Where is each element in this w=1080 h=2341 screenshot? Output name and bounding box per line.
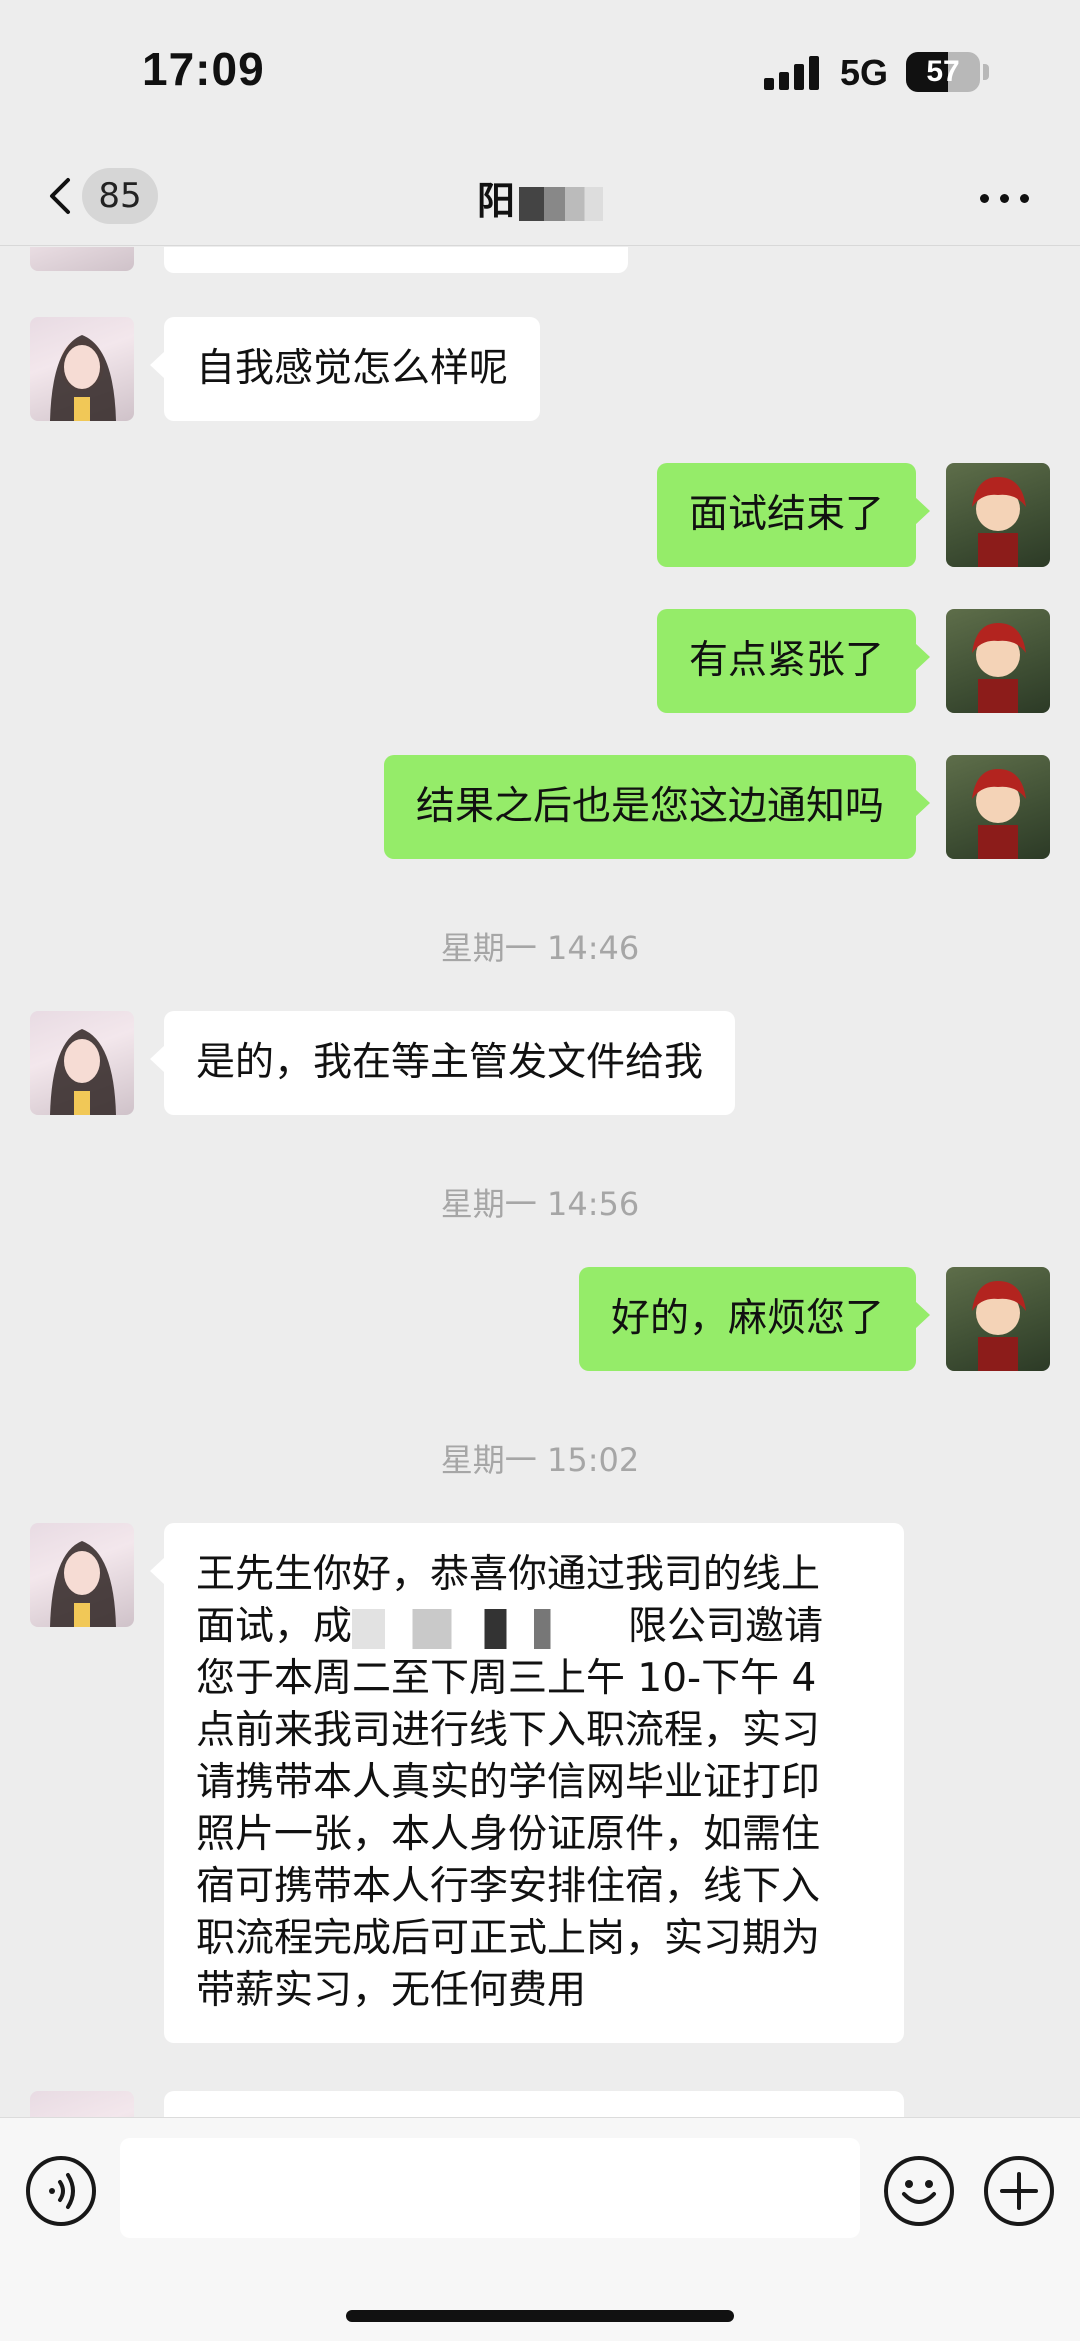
contact-avatar[interactable] — [30, 1011, 134, 1115]
home-indicator — [346, 2310, 734, 2322]
battery-icon: 57 — [906, 52, 980, 92]
message-input[interactable] — [120, 2138, 860, 2238]
message-text: 好的，麻烦您了 — [610, 1296, 884, 1341]
message-list[interactable]: 自我感觉怎么样呢 面试结束了 有点紧张了 结果之后也是您这边通知吗 星期一 14… — [0, 247, 1080, 2117]
message-line: 带薪实习，无任何费用 — [196, 1968, 587, 2013]
input-bar — [0, 2117, 1080, 2341]
message-text: 自我感觉怎么样呢 — [196, 346, 509, 391]
chat-title-text: 阳 — [476, 179, 515, 223]
message-line: 职流程完成后可正式上岗，实习期为 — [196, 1916, 821, 1961]
message-line: 照片一张，本人身份证原件，如需住 — [196, 1812, 821, 1857]
message-bubble-partial[interactable] — [164, 2091, 904, 2117]
message-text: 是的，我在等主管发文件给我 — [196, 1040, 704, 1085]
contact-avatar[interactable] — [30, 1523, 134, 1627]
plus-button[interactable] — [984, 2156, 1054, 2226]
plus-icon — [1000, 2172, 1038, 2210]
voice-icon — [49, 2173, 75, 2209]
timestamp: 星期一 14:56 — [440, 1185, 640, 1223]
contact-avatar[interactable] — [30, 2091, 134, 2117]
my-avatar[interactable] — [946, 755, 1050, 859]
message-bubble[interactable]: 王先生你好，恭喜你通过我司的线上 面试，成 限公司邀请 您于本周二至下周三上午 1… — [150, 1523, 904, 2043]
message-line: 王先生你好，恭喜你通过我司的线上 — [196, 1552, 821, 1597]
network-label: 5G — [840, 52, 889, 93]
voice-button[interactable] — [26, 2156, 96, 2226]
message-bubble[interactable]: 是的，我在等主管发文件给我 — [149, 1011, 736, 1115]
message-line: 面试，成 限公司邀请 — [196, 1604, 824, 1649]
message-line: 您于本周二至下周三上午 10-下午 4 — [196, 1656, 817, 1701]
emoji-icon — [902, 2180, 936, 2204]
message-text: 结果之后也是您这边通知吗 — [415, 784, 884, 829]
my-avatar[interactable] — [946, 1267, 1050, 1371]
girl-avatar-art — [50, 335, 116, 421]
anime-avatar-art — [972, 1281, 1026, 1371]
message-bubble[interactable]: 结果之后也是您这边通知吗 — [383, 755, 931, 859]
timestamp: 星期一 15:02 — [440, 1441, 640, 1479]
battery-tip — [983, 64, 989, 80]
message-bubble-partial[interactable] — [164, 247, 628, 273]
status-bar: 17:09 5G 57 — [0, 0, 1080, 150]
more-button[interactable] — [980, 178, 1040, 218]
my-avatar[interactable] — [946, 609, 1050, 713]
timestamp: 星期一 14:46 — [440, 929, 640, 967]
message-text: 面试结束了 — [688, 492, 884, 537]
battery-level: 57 — [926, 55, 960, 88]
status-time: 17:09 — [142, 43, 265, 95]
redacted-mosaic — [352, 1608, 629, 1649]
contact-avatar[interactable] — [30, 317, 134, 421]
more-dots-icon — [980, 194, 989, 203]
anime-avatar-art — [972, 623, 1026, 713]
message-line: 请携带本人真实的学信网毕业证打印 — [196, 1760, 821, 1805]
emoji-button[interactable] — [884, 2156, 954, 2226]
anime-avatar-art — [972, 477, 1026, 567]
chat-title: 阳 — [0, 170, 1080, 225]
message-bubble[interactable]: 自我感觉怎么样呢 — [149, 317, 541, 421]
chat-header: 85 阳 — [0, 150, 1080, 246]
message-bubble[interactable]: 有点紧张了 — [656, 609, 931, 713]
girl-avatar-art — [50, 1541, 116, 1627]
girl-avatar-art — [50, 1029, 116, 1115]
message-text: 有点紧张了 — [688, 638, 884, 683]
my-avatar[interactable] — [946, 463, 1050, 567]
message-bubble[interactable]: 好的，麻烦您了 — [578, 1267, 931, 1371]
contact-avatar[interactable] — [30, 247, 134, 271]
message-bubble[interactable]: 面试结束了 — [656, 463, 931, 567]
message-line: 宿可携带本人行李安排住宿，线下入 — [196, 1864, 821, 1909]
signal-icon — [764, 56, 824, 90]
anime-avatar-art — [972, 769, 1026, 859]
message-line: 点前来我司进行线下入职流程，实习 — [196, 1708, 821, 1753]
redacted-mosaic — [519, 186, 603, 221]
